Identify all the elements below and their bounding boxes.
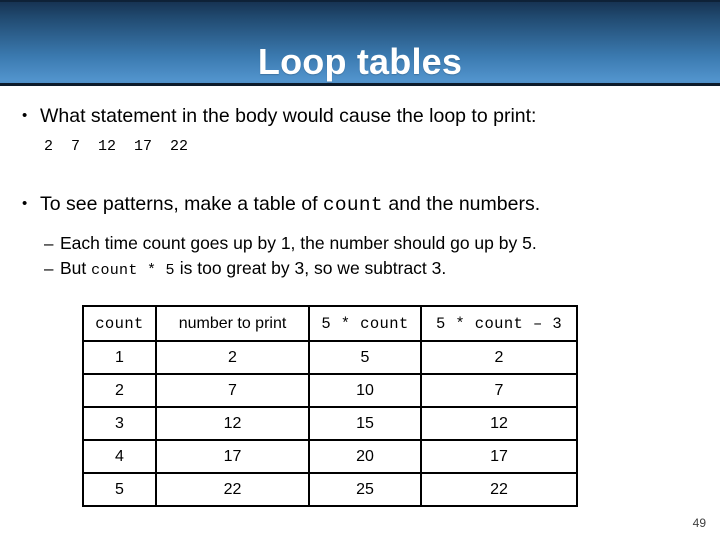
- table-row: 4 17 20 17: [82, 439, 578, 474]
- bullet-item-2-text-before: To see patterns, make a table of: [40, 193, 323, 215]
- cell-number: 2: [155, 340, 310, 375]
- table-header-count: count: [82, 305, 157, 342]
- bullet-item-2: • To see patterns, make a table of count…: [22, 192, 702, 217]
- cell-number: 17: [155, 439, 310, 474]
- cell-number: 22: [155, 472, 310, 507]
- cell-count: 1: [82, 340, 157, 375]
- cell-five-times-count: 10: [308, 373, 422, 408]
- sub-bullet-marker-icon: –: [44, 259, 54, 278]
- banner-top-edge: [0, 0, 720, 2]
- cell-five-times-count-minus-3: 2: [420, 340, 578, 375]
- sub-bullet-item-2-text: But count * 5 is too great by 3, so we s…: [60, 257, 704, 282]
- table-header-five-times-count-minus-3: 5 * count – 3: [420, 305, 578, 342]
- cell-five-times-count: 15: [308, 406, 422, 441]
- cell-count: 2: [82, 373, 157, 408]
- cell-five-times-count-minus-3: 22: [420, 472, 578, 507]
- table-row: 3 12 15 12: [82, 406, 578, 441]
- table-row: 5 22 25 22: [82, 472, 578, 507]
- cell-five-times-count: 25: [308, 472, 422, 507]
- cell-five-times-count: 20: [308, 439, 422, 474]
- table-row: 1 2 5 2: [82, 340, 578, 375]
- table-header-five-times-count: 5 * count: [308, 305, 422, 342]
- sub-bullet-marker-icon: –: [44, 234, 54, 253]
- sub-bullet-item-2-text-after: is too great by 3, so we subtract 3.: [174, 258, 447, 278]
- sub-bullet-item-2-inline-code: count * 5: [91, 262, 175, 279]
- loop-table-head: count number to print 5 * count 5 * coun…: [82, 305, 578, 342]
- slide-content: • What statement in the body would cause…: [0, 86, 720, 540]
- loop-table: count number to print 5 * count 5 * coun…: [82, 305, 578, 507]
- slide-number: 49: [692, 516, 706, 530]
- cell-five-times-count-minus-3: 12: [420, 406, 578, 441]
- cell-number: 12: [155, 406, 310, 441]
- cell-five-times-count: 5: [308, 340, 422, 375]
- table-row: 2 7 10 7: [82, 373, 578, 408]
- sub-bullet-item-1: – Each time count goes up by 1, the numb…: [44, 232, 704, 257]
- bullet-item-2-inline-code: count: [322, 194, 383, 216]
- bullet-marker-icon: •: [22, 107, 28, 124]
- bullet-item-2-text-after: and the numbers.: [382, 193, 541, 215]
- cell-count: 5: [82, 472, 157, 507]
- loop-table-body: 1 2 5 2 2 7 10 7 3 12 15 12 4 17 20 17 5…: [82, 340, 578, 507]
- cell-five-times-count-minus-3: 7: [420, 373, 578, 408]
- sub-bullet-item-2: – But count * 5 is too great by 3, so we…: [44, 257, 704, 282]
- page-title: Loop tables: [257, 41, 463, 82]
- cell-number: 7: [155, 373, 310, 408]
- bullet-marker-icon: •: [22, 195, 28, 212]
- cell-five-times-count-minus-3: 17: [420, 439, 578, 474]
- bullet-item-2-text: To see patterns, make a table of count a…: [40, 192, 702, 217]
- title-banner: Loop tables: [0, 0, 720, 86]
- cell-count: 4: [82, 439, 157, 474]
- bullet-item-1-text: What statement in the body would cause t…: [40, 105, 537, 127]
- bullet-item-1: • What statement in the body would cause…: [22, 104, 702, 128]
- table-header-row: count number to print 5 * count 5 * coun…: [82, 305, 578, 342]
- table-header-number: number to print: [155, 305, 310, 342]
- code-sample-output: 2 7 12 17 22: [44, 138, 189, 155]
- cell-count: 3: [82, 406, 157, 441]
- sub-bullet-item-1-text-before: Each time count goes up by 1, the number…: [60, 233, 537, 253]
- sub-bullet-item-1-text: Each time count goes up by 1, the number…: [60, 232, 704, 257]
- sub-bullet-item-2-text-before: But: [60, 258, 92, 278]
